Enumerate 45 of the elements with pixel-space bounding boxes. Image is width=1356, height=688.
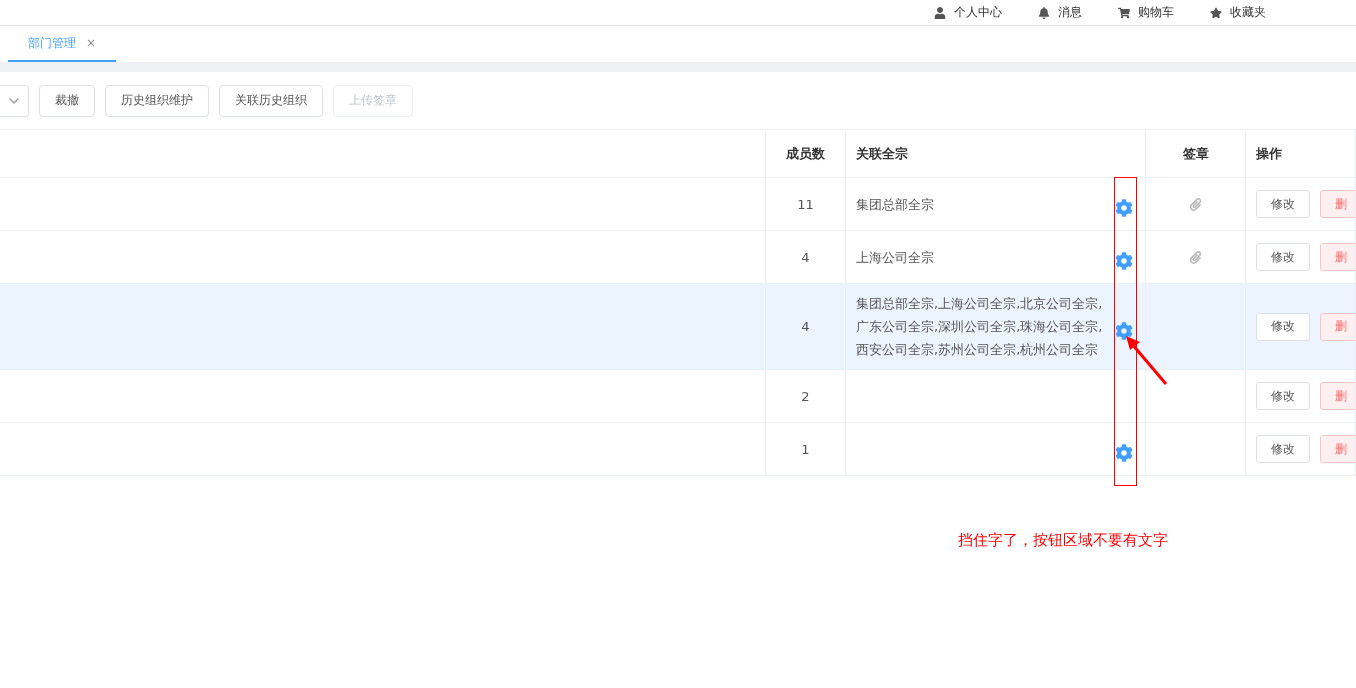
column-header: 操作 — [1246, 130, 1356, 177]
edit-button[interactable]: 修改 — [1256, 312, 1310, 341]
header-link[interactable]: 消息 — [1038, 4, 1082, 21]
header-link[interactable]: 收藏夹 — [1210, 4, 1266, 21]
edit-button[interactable]: 修改 — [1256, 190, 1310, 218]
tab-label: 部门管理 — [28, 34, 76, 52]
header-link[interactable]: 购物车 — [1118, 4, 1174, 21]
settings-icon[interactable] — [1115, 444, 1133, 462]
edit-button[interactable]: 修改 — [1256, 435, 1310, 463]
toolbar-button[interactable]: 历史组织维护 — [105, 84, 209, 117]
settings-icon[interactable] — [1115, 321, 1133, 340]
edit-button[interactable]: 修改 — [1256, 382, 1310, 410]
column-header: 关联全宗 — [846, 130, 1146, 177]
toolbar-button[interactable]: 裁撤 — [39, 84, 95, 117]
table-cell-text: 集团总部全宗 — [856, 195, 934, 214]
paperclip-icon[interactable] — [1189, 197, 1202, 211]
table-row[interactable]: 1 修改 删 — [0, 423, 1356, 476]
annotation-arrow — [1126, 336, 1170, 388]
table-cell-text: 上海公司全宗 — [856, 248, 934, 267]
tab[interactable]: 部门管理 × — [8, 26, 117, 62]
bell-icon — [1038, 6, 1050, 19]
cart-icon — [1118, 6, 1130, 19]
annotation-note: 挡住字了，按钮区域不要有文字 — [958, 531, 1168, 550]
table-row[interactable]: 2 修改 删 — [0, 370, 1356, 423]
table-cell-text: 集团总部全宗,上海公司全宗,北京公司全宗,广东公司全宗,深圳公司全宗,珠海公司全宗,西安公司全宗,苏州公司全宗,杭州公司全宗 — [856, 295, 1104, 359]
toolbar-button[interactable]: 关联历史组织 — [219, 84, 323, 117]
settings-icon[interactable] — [1115, 252, 1133, 270]
table-row[interactable]: 4 集团总部全宗,上海公司全宗,北京公司全宗,广东公司全宗,深圳公司全宗,珠海公司全宗,西安公司全宗,苏州公司全宗,杭州公司全宗 修改 删 — [0, 284, 1356, 370]
table-row[interactable]: 11 集团总部全宗 修改 删 — [0, 178, 1356, 231]
table-cell: 2 — [801, 388, 810, 404]
close-icon[interactable]: × — [86, 36, 97, 50]
settings-icon[interactable] — [1115, 199, 1133, 217]
paperclip-icon[interactable] — [1189, 250, 1202, 264]
column-header: 签章 — [1146, 130, 1246, 177]
table-cell: 11 — [797, 196, 814, 212]
edit-button[interactable]: 修改 — [1256, 243, 1310, 271]
dropdown-field[interactable] — [0, 84, 29, 117]
table-row[interactable]: 4 上海公司全宗 修改 删 — [0, 231, 1356, 284]
table-cell: 1 — [801, 441, 810, 457]
user-icon — [934, 6, 946, 19]
table-cell: 4 — [801, 249, 810, 265]
column-header: 成员数 — [766, 130, 846, 177]
header-link[interactable]: 个人中心 — [934, 4, 1002, 21]
table-cell: 4 — [801, 319, 810, 334]
star-icon — [1210, 6, 1222, 19]
